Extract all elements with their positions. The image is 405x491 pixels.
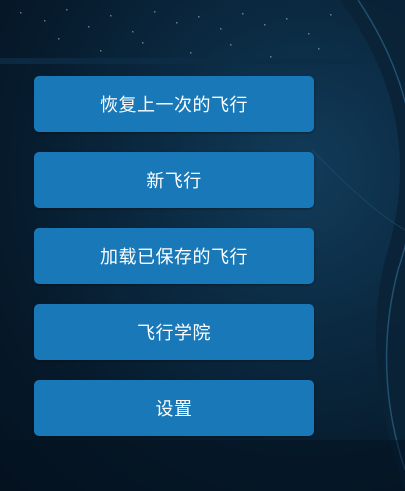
resume-last-flight-button[interactable]: 恢复上一次的飞行 [34, 76, 314, 132]
flight-academy-button[interactable]: 飞行学院 [34, 304, 314, 360]
main-menu: 恢复上一次的飞行 新飞行 加载已保存的飞行 飞行学院 设置 [34, 76, 314, 436]
load-saved-flight-button[interactable]: 加载已保存的飞行 [34, 228, 314, 284]
new-flight-button[interactable]: 新飞行 [34, 152, 314, 208]
settings-button[interactable]: 设置 [34, 380, 314, 436]
